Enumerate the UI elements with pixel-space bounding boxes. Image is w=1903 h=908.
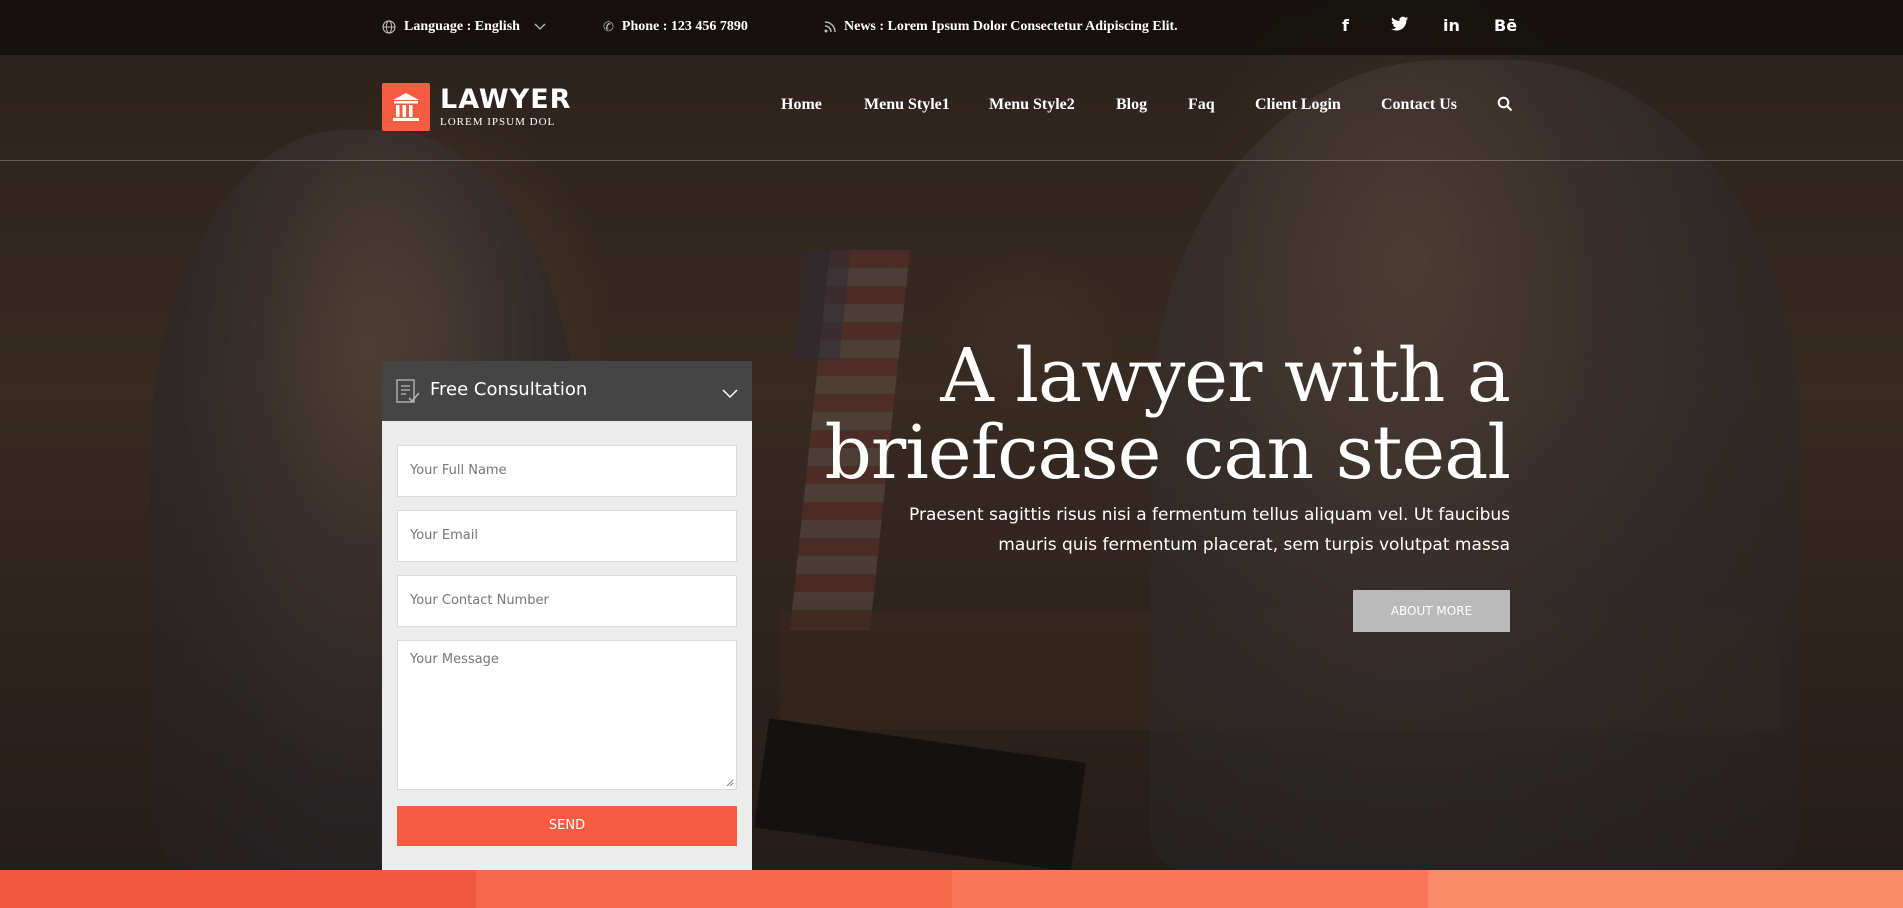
logo-mark[interactable] — [382, 83, 430, 131]
header-divider — [0, 160, 1903, 161]
behance-icon[interactable]: Bē — [1494, 16, 1517, 35]
resize-grip-icon[interactable] — [726, 779, 734, 787]
nav-client-login[interactable]: Client Login — [1255, 96, 1341, 114]
hero-subtitle-line1: Praesent sagittis risus nisi a fermentum… — [909, 505, 1510, 525]
hero-subtitle: Praesent sagittis risus nisi a fermentum… — [860, 500, 1510, 560]
language-selector[interactable]: Language : English — [382, 19, 546, 35]
bottom-strip-segment-1 — [0, 870, 476, 908]
nav-blog[interactable]: Blog — [1116, 96, 1147, 114]
form-header[interactable]: Free Consultation — [382, 361, 752, 421]
consultation-form: Free Consultation Your Full Name Your Em… — [382, 361, 752, 870]
news-ticker: News : Lorem Ipsum Dolor Consectetur Adi… — [824, 19, 1178, 35]
nav-faq[interactable]: Faq — [1188, 96, 1215, 114]
checklist-icon — [396, 379, 420, 403]
linkedin-icon[interactable]: in — [1443, 16, 1460, 35]
globe-icon — [382, 20, 396, 34]
courthouse-icon — [393, 93, 419, 121]
phone-info: ✆ Phone : 123 456 7890 — [603, 19, 748, 35]
hero-title: A lawyer with a briefcase can steal — [780, 333, 1511, 496]
nav-contact-us[interactable]: Contact Us — [1381, 96, 1457, 114]
message-textarea[interactable]: Your Message — [397, 640, 737, 790]
chevron-down-icon[interactable] — [722, 389, 738, 399]
chevron-down-icon — [534, 23, 546, 30]
hero-title-line1: A lawyer with a — [940, 333, 1511, 419]
form-title: Free Consultation — [430, 379, 588, 400]
rss-icon — [824, 21, 836, 33]
news-label[interactable]: News : Lorem Ipsum Dolor Consectetur Adi… — [844, 19, 1178, 35]
logo-title[interactable]: LAWYER — [440, 84, 571, 115]
nav-home[interactable]: Home — [781, 96, 822, 114]
contact-number-input[interactable]: Your Contact Number — [397, 575, 737, 627]
full-name-input[interactable]: Your Full Name — [397, 445, 737, 497]
message-placeholder: Your Message — [410, 652, 499, 667]
send-button[interactable]: SEND — [397, 806, 737, 846]
top-bar: Language : English ✆ Phone : 123 456 789… — [0, 0, 1903, 55]
facebook-icon[interactable]: f — [1342, 16, 1349, 35]
bottom-strip-segment-3 — [952, 870, 1428, 908]
bottom-strip-segment-2 — [476, 870, 952, 908]
nav-menu-style1[interactable]: Menu Style1 — [864, 96, 950, 114]
language-label: Language : English — [404, 19, 520, 34]
phone-icon: ✆ — [603, 19, 614, 35]
nav-menu-style2[interactable]: Menu Style2 — [989, 96, 1075, 114]
about-more-button[interactable]: ABOUT MORE — [1353, 590, 1510, 632]
hero-title-line2: briefcase can steal — [824, 410, 1511, 496]
bottom-strip-segment-4 — [1428, 870, 1903, 908]
logo-subtitle: LOREM IPSUM DOL — [440, 116, 556, 128]
search-icon[interactable] — [1497, 96, 1513, 112]
hero-subtitle-line2: mauris quis fermentum placerat, sem turp… — [998, 535, 1510, 555]
twitter-icon[interactable] — [1391, 16, 1409, 36]
phone-label: Phone : 123 456 7890 — [621, 19, 748, 34]
email-input[interactable]: Your Email — [397, 510, 737, 562]
